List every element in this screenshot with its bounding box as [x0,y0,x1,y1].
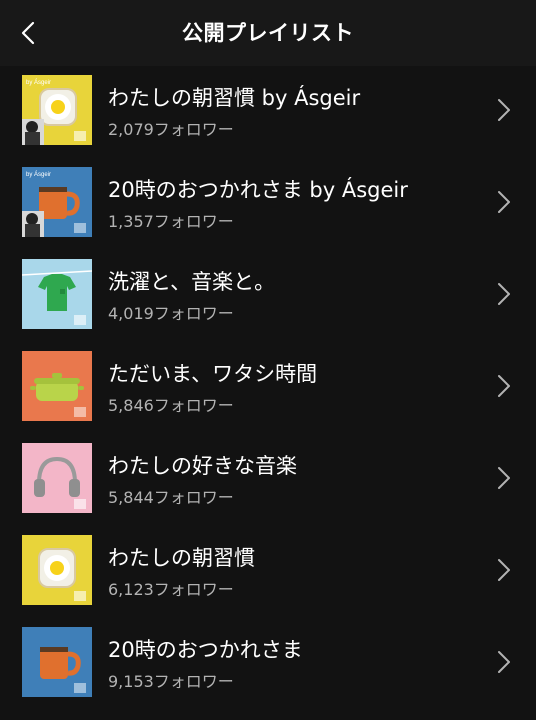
page-title: 公開プレイリスト [182,21,354,45]
playlist-cover: by Ásgeir [22,167,92,237]
playlist-cover [22,535,92,605]
playlist-row[interactable]: by Ásgeir 20時のおつかれさま by Ásgeir 1,357フォロワ… [0,158,536,250]
follower-count: 5,844フォロワー [108,488,234,507]
follower-count: 2,079フォロワー [108,120,234,139]
chevron-right-icon [498,375,510,397]
playlist-title: ただいま、ワタシ時間 [108,362,318,386]
playlist-cover [22,351,92,421]
follower-count: 1,357フォロワー [108,212,234,231]
top-bar: 公開プレイリスト [0,0,536,66]
playlist-title: 洗濯と、音楽と。 [108,270,276,294]
playlist-row[interactable]: わたしの朝習慣 6,123フォロワー [0,526,536,618]
playlist-title: わたしの朝習慣 [108,546,255,570]
cover-label: by Ásgeir [26,171,51,178]
playlist-row[interactable]: わたしの好きな音楽 5,844フォロワー [0,434,536,526]
playlist-row[interactable]: by Ásgeir わたしの朝習慣 by Ásgeir 2,079フォロワー [0,66,536,158]
chevron-right-icon [498,467,510,489]
chevron-right-icon [498,283,510,305]
chevron-right-icon [498,191,510,213]
cover-label: by Ásgeir [26,79,51,86]
playlist-row[interactable]: 洗濯と、音楽と。 4,019フォロワー [0,250,536,342]
playlist-title: わたしの好きな音楽 [108,454,297,478]
chevron-right-icon [498,651,510,673]
playlist-title: 20時のおつかれさま by Ásgeir [108,178,408,202]
chevron-right-icon [498,99,510,121]
playlist-cover [22,259,92,329]
playlist-title: 20時のおつかれさま [108,638,303,662]
playlist-row[interactable]: 20時のおつかれさま 9,153フォロワー [0,618,536,710]
follower-count: 9,153フォロワー [108,672,234,691]
playlist-cover [22,443,92,513]
follower-count: 4,019フォロワー [108,304,234,323]
playlist-cover [22,627,92,697]
playlist-row[interactable]: ただいま、ワタシ時間 5,846フォロワー [0,342,536,434]
chevron-right-icon [498,559,510,581]
follower-count: 6,123フォロワー [108,580,234,599]
playlist-title: わたしの朝習慣 by Ásgeir [108,86,361,110]
follower-count: 5,846フォロワー [108,396,234,415]
playlist-cover: by Ásgeir [22,75,92,145]
